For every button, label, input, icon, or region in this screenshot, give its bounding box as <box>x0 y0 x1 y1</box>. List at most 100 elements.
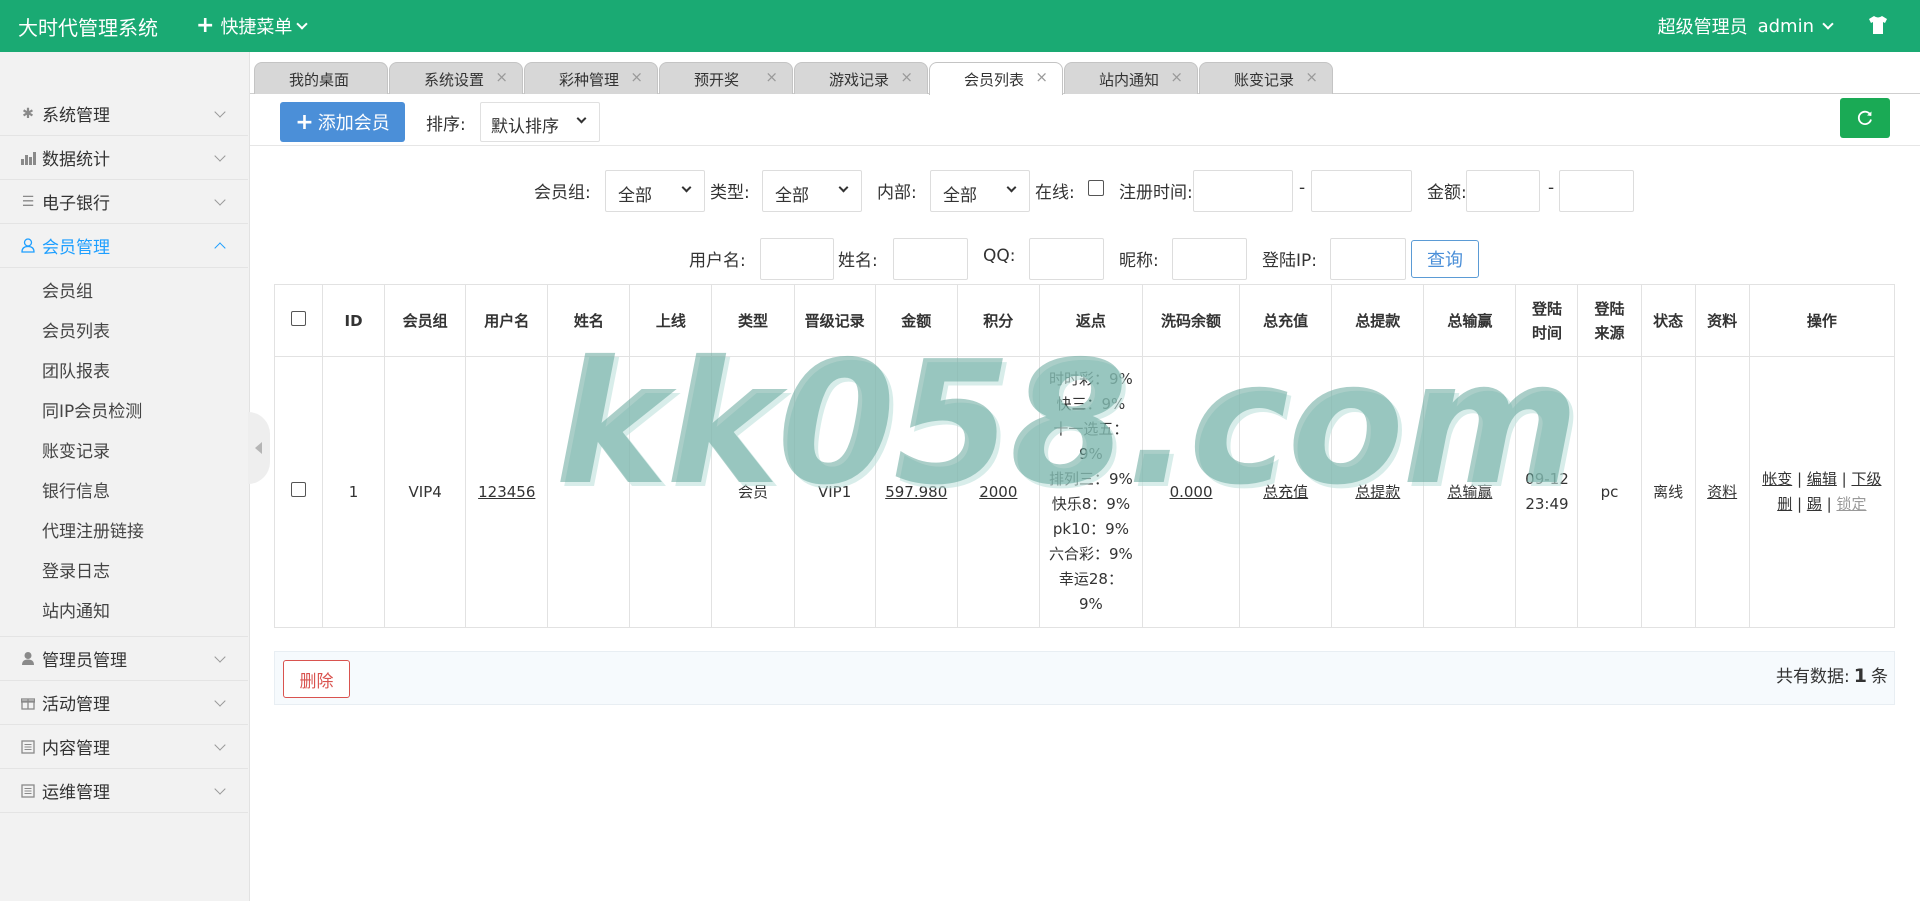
submenu-item-member-list[interactable]: 会员列表 <box>0 312 248 352</box>
sidebar-item-admins[interactable]: 管理员管理 <box>0 637 248 681</box>
user-menu[interactable]: 超级管理员 admin <box>1658 13 1834 39</box>
member-group-select[interactable]: 全部 <box>605 170 705 212</box>
chevron-down-icon <box>214 194 226 206</box>
row-checkbox[interactable] <box>291 481 307 497</box>
close-icon[interactable]: × <box>495 68 508 86</box>
wash-balance-link[interactable]: 0.000 <box>1170 483 1213 501</box>
gear-icon: ✱ <box>22 105 34 122</box>
register-time-start-input[interactable] <box>1193 170 1293 212</box>
username-input[interactable] <box>760 238 834 280</box>
total-winloss-link[interactable]: 总输赢 <box>1447 483 1492 501</box>
table-row: 1 VIP4 123456 会员 VIP1 597.980 2000 时时彩：9… <box>273 356 1896 628</box>
actions-line-1: 帐变 | 编辑 | 下级 <box>1750 467 1894 492</box>
login-ip-input[interactable] <box>1330 238 1406 280</box>
separator: | <box>1826 495 1832 513</box>
account-change-link[interactable]: 帐变 <box>1762 470 1792 488</box>
tab-game-records[interactable]: 游戏记录 × <box>794 62 928 94</box>
submenu-item-bank-info[interactable]: 银行信息 <box>0 472 248 512</box>
close-icon[interactable]: × <box>1170 68 1183 86</box>
sidebar-item-label: 内容管理 <box>42 739 110 759</box>
submenu-item-account-changes[interactable]: 账变记录 <box>0 432 248 472</box>
type-select[interactable]: 全部 <box>762 170 862 212</box>
chevron-down-icon <box>214 739 226 751</box>
quick-menu-button[interactable]: + 快捷菜单 <box>196 13 309 39</box>
online-checkbox[interactable] <box>1088 180 1104 196</box>
user-name: admin <box>1757 15 1814 37</box>
sidebar-item-system[interactable]: ✱ 系统管理 <box>0 92 248 136</box>
delete-button[interactable]: 删除 <box>283 660 350 698</box>
username-link[interactable]: 123456 <box>478 483 535 501</box>
sidebar-item-content[interactable]: 内容管理 <box>0 725 248 769</box>
tab-lottery-management[interactable]: 彩种管理 × <box>524 62 658 94</box>
cell-profile: 资料 <box>1694 356 1750 628</box>
refresh-button[interactable] <box>1840 98 1890 138</box>
register-time-end-input[interactable] <box>1311 170 1412 212</box>
lock-link[interactable]: 锁定 <box>1836 495 1866 513</box>
tab-member-list[interactable]: 会员列表 × <box>929 62 1063 95</box>
qq-input[interactable] <box>1029 238 1104 280</box>
amount-min-input[interactable] <box>1466 170 1540 212</box>
sidebar-item-ops[interactable]: 运维管理 <box>0 769 248 813</box>
cell-actions: 帐变 | 编辑 | 下级 删 | 踢 | 锁定 <box>1748 356 1896 628</box>
close-icon[interactable]: × <box>1305 68 1318 86</box>
select-all-checkbox[interactable] <box>291 310 307 326</box>
column-header: 姓名 <box>547 284 631 357</box>
tab-system-settings[interactable]: 系统设置 × <box>389 62 523 94</box>
amount-dash: - <box>1548 178 1555 198</box>
tab-desktop[interactable]: 我的桌面 <box>254 62 388 94</box>
cell-type: 会员 <box>711 356 795 628</box>
total-suffix: 条 <box>1871 667 1888 687</box>
chevron-down-icon <box>296 18 309 30</box>
column-header: 返点 <box>1038 284 1143 357</box>
sort-select-value: 默认排序 <box>491 117 559 137</box>
points-link[interactable]: 2000 <box>979 483 1017 501</box>
submenu-item-agent-links[interactable]: 代理注册链接 <box>0 512 248 552</box>
total-recharge-link[interactable]: 总充值 <box>1263 483 1308 501</box>
close-icon[interactable]: × <box>900 68 913 86</box>
close-icon[interactable]: × <box>765 68 778 86</box>
cell-total-recharge: 总充值 <box>1239 356 1333 628</box>
tab-site-notices[interactable]: 站内通知 × <box>1064 62 1198 94</box>
login-date: 09-12 <box>1525 470 1569 488</box>
sidebar-item-ebank[interactable]: ☰ 电子银行 <box>0 180 248 224</box>
query-button[interactable]: 查询 <box>1411 240 1479 278</box>
submenu-item-member-group[interactable]: 会员组 <box>0 272 248 312</box>
sidebar-item-activities[interactable]: 活动管理 <box>0 681 248 725</box>
sidebar-collapse-handle[interactable] <box>248 412 270 484</box>
add-member-button[interactable]: + 添加会员 <box>280 102 405 142</box>
submenu-item-login-log[interactable]: 登录日志 <box>0 552 248 592</box>
member-group-value: 全部 <box>618 186 652 206</box>
sidebar-item-members[interactable]: 会员管理 <box>0 224 248 268</box>
tab-label: 站内通知 <box>1099 71 1160 89</box>
theme-shirt-icon[interactable] <box>1866 13 1890 37</box>
total-withdraw-link[interactable]: 总提款 <box>1355 483 1400 501</box>
chevron-down-icon <box>214 150 226 162</box>
name-input[interactable] <box>893 238 968 280</box>
rebate-line: 排列三：9% <box>1049 470 1133 488</box>
nickname-input[interactable] <box>1172 238 1247 280</box>
delete-link[interactable]: 删 <box>1777 495 1792 513</box>
cell-login-time: 09-12 23:49 <box>1515 356 1579 628</box>
sort-select[interactable]: 默认排序 <box>480 102 600 142</box>
content-icon <box>20 739 36 755</box>
separator: | <box>1841 470 1847 488</box>
amount-max-input[interactable] <box>1559 170 1634 212</box>
total-number: 1 <box>1853 665 1867 687</box>
tab-pre-draw[interactable]: 预开奖 × <box>659 62 793 94</box>
edit-link[interactable]: 编辑 <box>1807 470 1837 488</box>
submenu-item-same-ip[interactable]: 同IP会员检测 <box>0 392 248 432</box>
submenu-item-notices[interactable]: 站内通知 <box>0 592 248 632</box>
amount-link[interactable]: 597.980 <box>885 483 947 501</box>
internal-select[interactable]: 全部 <box>930 170 1030 212</box>
subordinates-link[interactable]: 下级 <box>1851 470 1881 488</box>
column-header: 洗码余额 <box>1141 284 1241 357</box>
sidebar-item-stats[interactable]: 数据统计 <box>0 136 248 180</box>
profile-link[interactable]: 资料 <box>1707 483 1737 501</box>
submenu-item-team-report[interactable]: 团队报表 <box>0 352 248 392</box>
close-icon[interactable]: × <box>1035 68 1048 86</box>
close-icon[interactable]: × <box>630 68 643 86</box>
tab-account-changes[interactable]: 账变记录 × <box>1199 62 1333 94</box>
column-header: 类型 <box>711 284 795 357</box>
column-header-text: 登陆时间 <box>1531 299 1562 342</box>
kick-link[interactable]: 踢 <box>1807 495 1822 513</box>
